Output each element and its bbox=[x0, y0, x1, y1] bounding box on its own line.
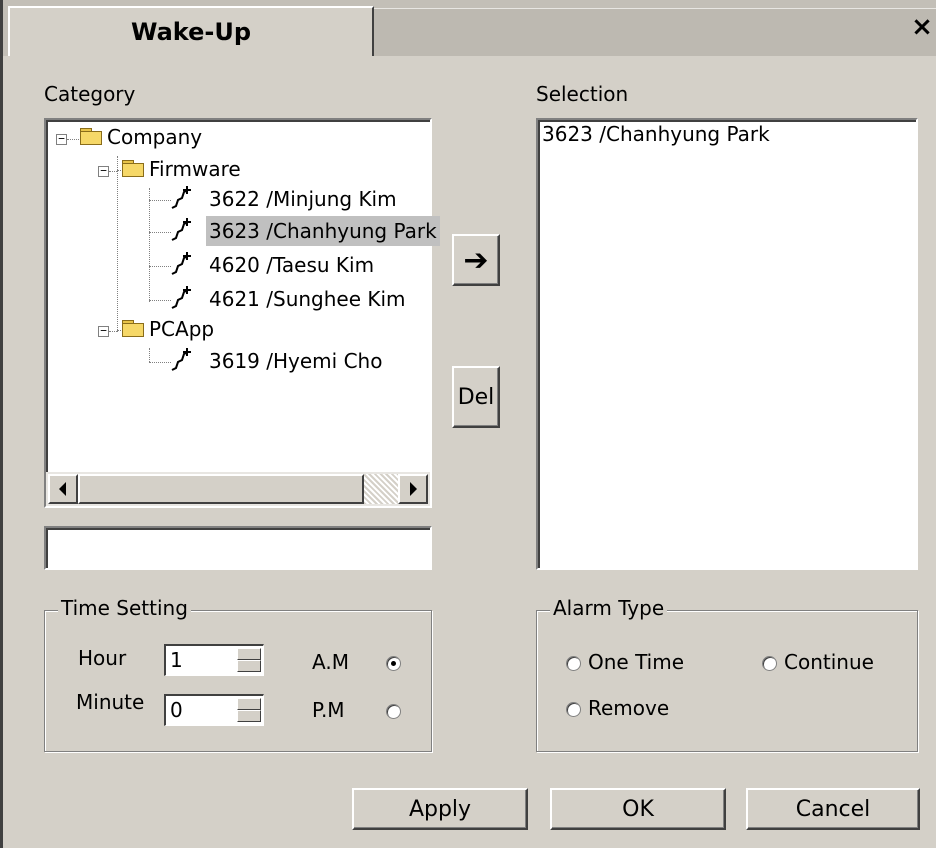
tree-node-label: 4620 /Taesu Kim bbox=[209, 253, 375, 277]
del-button-label: Del bbox=[457, 384, 495, 410]
tree-node-label: Firmware bbox=[149, 157, 241, 181]
continue-label[interactable]: Continue bbox=[784, 650, 874, 674]
collapse-icon[interactable]: − bbox=[98, 325, 109, 337]
tree-line bbox=[149, 348, 150, 362]
scroll-track[interactable] bbox=[364, 474, 398, 504]
hour-label: Hour bbox=[78, 646, 127, 670]
add-to-selection-button[interactable]: ➔ bbox=[452, 234, 500, 286]
tree-line bbox=[67, 139, 79, 140]
tree-node-user[interactable]: 3622 /Minjung Kim bbox=[206, 184, 400, 214]
arrow-right-icon bbox=[410, 482, 417, 496]
tree-line bbox=[117, 156, 118, 332]
am-label: A.M bbox=[312, 650, 349, 674]
spin-up-button[interactable] bbox=[237, 648, 261, 660]
remove-radio[interactable] bbox=[566, 702, 581, 717]
tree-line bbox=[149, 200, 171, 201]
tree-node-label: 3622 /Minjung Kim bbox=[209, 187, 397, 211]
minute-value: 0 bbox=[170, 698, 183, 722]
user-extension-icon bbox=[171, 286, 191, 309]
cancel-button[interactable]: Cancel bbox=[746, 788, 920, 830]
tree-node-label: Company bbox=[107, 125, 203, 149]
spin-up-button[interactable] bbox=[237, 698, 261, 710]
arrow-left-icon bbox=[59, 482, 66, 496]
apply-button-label: Apply bbox=[408, 796, 472, 822]
selection-list-item[interactable]: 3623 /Chanhyung Park bbox=[542, 122, 770, 146]
user-extension-icon bbox=[171, 218, 191, 241]
tree-node-user[interactable]: 4621 /Sunghee Kim bbox=[206, 284, 409, 314]
tree-node-label: PCApp bbox=[149, 317, 215, 341]
tree-line bbox=[149, 362, 171, 363]
horizontal-scrollbar[interactable] bbox=[46, 472, 430, 506]
tree-line bbox=[149, 266, 171, 267]
pm-label: P.M bbox=[312, 698, 345, 722]
minute-label: Minute bbox=[76, 690, 145, 714]
hour-value: 1 bbox=[170, 648, 183, 672]
folder-icon bbox=[80, 128, 102, 145]
tree-line bbox=[109, 331, 117, 332]
category-label: Category bbox=[44, 82, 136, 106]
pm-radio[interactable] bbox=[386, 704, 401, 719]
remove-label[interactable]: Remove bbox=[588, 696, 669, 720]
minute-spinner[interactable]: 0 bbox=[164, 694, 264, 726]
tree-line bbox=[149, 232, 171, 233]
hour-spin-buttons[interactable] bbox=[237, 648, 261, 673]
tree-node-label: 3619 /Hyemi Cho bbox=[209, 349, 383, 373]
tab-wake-up[interactable]: Wake-Up bbox=[8, 6, 374, 56]
user-extension-icon bbox=[171, 186, 191, 209]
scroll-left-button[interactable] bbox=[48, 474, 78, 504]
folder-icon bbox=[122, 320, 144, 337]
alarm-type-legend: Alarm Type bbox=[550, 596, 668, 620]
am-radio[interactable] bbox=[386, 656, 401, 671]
user-extension-icon bbox=[171, 348, 191, 371]
tree-node-firmware[interactable]: Firmware bbox=[146, 154, 244, 184]
tree-line bbox=[109, 171, 117, 172]
apply-button[interactable]: Apply bbox=[352, 788, 528, 830]
folder-icon bbox=[122, 160, 144, 177]
hour-spinner[interactable]: 1 bbox=[164, 644, 264, 676]
window-left-border bbox=[0, 0, 3, 848]
tree-node-user-selected[interactable]: 3623 /Chanhyung Park bbox=[206, 216, 440, 246]
cancel-button-label: Cancel bbox=[795, 796, 871, 822]
user-extension-icon bbox=[171, 252, 191, 275]
close-icon[interactable]: × bbox=[910, 12, 934, 42]
del-button[interactable]: Del bbox=[452, 366, 500, 428]
tree-node-user[interactable]: 4620 /Taesu Kim bbox=[206, 250, 377, 280]
arrow-right-icon: ➔ bbox=[463, 242, 489, 278]
scroll-right-button[interactable] bbox=[398, 474, 428, 504]
tree-node-label: 4621 /Sunghee Kim bbox=[209, 287, 406, 311]
time-setting-group bbox=[44, 610, 432, 752]
tab-strip-background bbox=[374, 8, 936, 56]
spin-down-button[interactable] bbox=[237, 710, 261, 722]
minute-spin-buttons[interactable] bbox=[237, 698, 261, 723]
tree-node-user[interactable]: 3619 /Hyemi Cho bbox=[206, 346, 385, 376]
continue-radio[interactable] bbox=[762, 656, 777, 671]
tree-node-company[interactable]: Company bbox=[104, 122, 205, 152]
category-filter-input[interactable] bbox=[44, 526, 432, 570]
selection-label: Selection bbox=[536, 82, 629, 106]
scroll-thumb[interactable] bbox=[78, 474, 364, 504]
collapse-icon[interactable]: − bbox=[56, 133, 67, 145]
selection-list[interactable]: 3623 /Chanhyung Park bbox=[536, 118, 918, 570]
tree-node-label: 3623 /Chanhyung Park bbox=[206, 216, 440, 246]
tree-line bbox=[149, 300, 171, 301]
collapse-icon[interactable]: − bbox=[98, 165, 109, 177]
category-tree[interactable]: − Company − Firmware 3622 /Minjung Kim 3… bbox=[44, 118, 440, 508]
spin-down-button[interactable] bbox=[237, 660, 261, 672]
ok-button-label: OK bbox=[622, 796, 654, 822]
one-time-radio[interactable] bbox=[566, 656, 581, 671]
time-setting-legend: Time Setting bbox=[58, 596, 191, 620]
ok-button[interactable]: OK bbox=[550, 788, 726, 830]
one-time-label[interactable]: One Time bbox=[588, 650, 684, 674]
tree-line bbox=[149, 188, 150, 302]
alarm-type-group bbox=[536, 610, 918, 752]
tree-node-pcapp[interactable]: PCApp bbox=[146, 314, 217, 344]
